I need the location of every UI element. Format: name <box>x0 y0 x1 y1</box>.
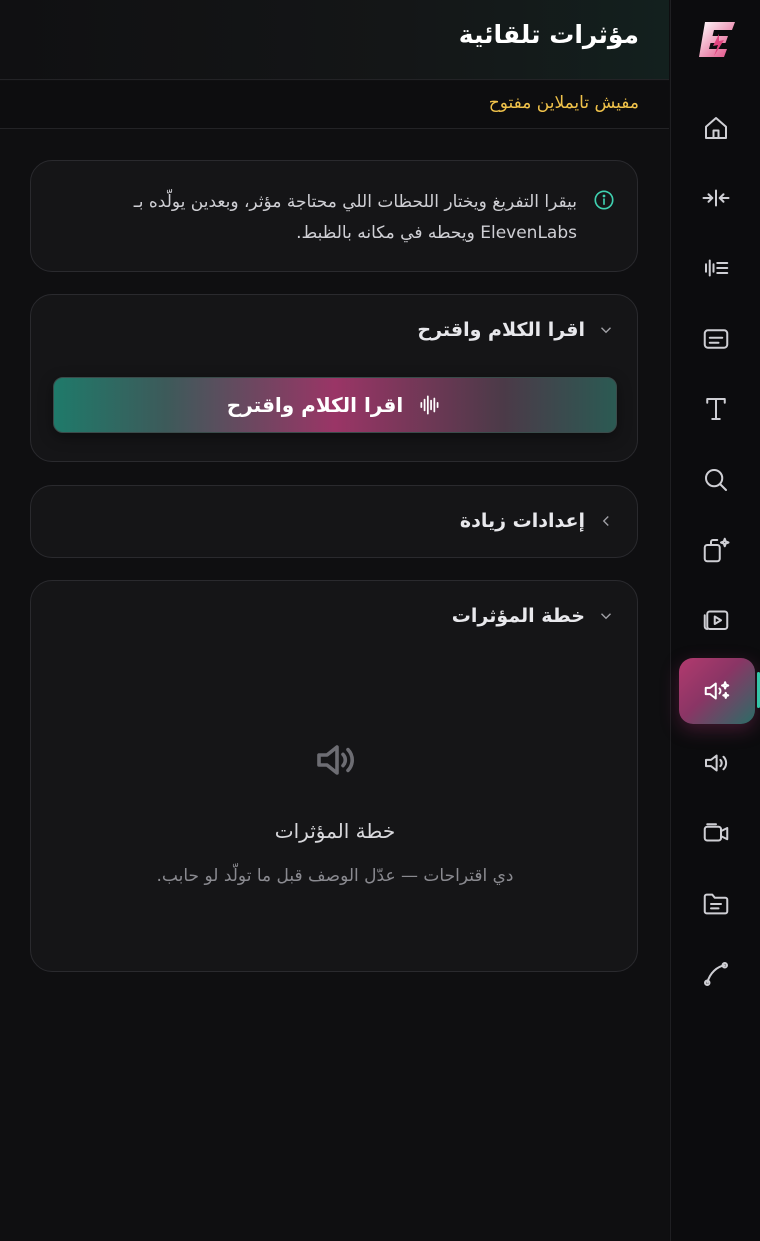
rail-home[interactable] <box>685 100 747 156</box>
camera-icon <box>703 823 729 842</box>
chevron-down-icon <box>601 613 611 620</box>
waveform-icon <box>420 395 439 415</box>
speaker-icon <box>311 736 359 784</box>
volume-icon <box>705 754 728 772</box>
panel-header: مؤثرات تلقائية <box>0 0 669 80</box>
search-icon <box>705 469 727 491</box>
auto-sfx-icon <box>704 681 730 700</box>
plan-section-heading: خطة المؤثرات <box>451 605 585 627</box>
info-text: بيقرا التفريغ ويختار اللحظات اللي محتاجة… <box>133 192 577 243</box>
read-and-suggest-label: اقرا الكلام واقترح <box>226 393 404 417</box>
curve-icon <box>704 962 729 987</box>
rail-text[interactable] <box>685 381 747 437</box>
timeline-status-text: مفيش تايملاين مفتوح <box>488 93 639 113</box>
rail-audio[interactable] <box>685 240 747 296</box>
main-panel: مؤثرات تلقائية مفيش تايملاين مفتوح بيقرا… <box>0 0 669 1241</box>
app-logo <box>699 22 735 57</box>
rail-camera[interactable] <box>685 805 747 861</box>
settings-section-heading: إعدادات زيادة <box>459 510 585 532</box>
media-library-icon <box>703 610 729 630</box>
rail-media[interactable] <box>685 591 747 647</box>
chevron-down-icon <box>601 327 611 334</box>
audio-lines-icon <box>705 259 729 277</box>
rail-split[interactable] <box>685 170 747 226</box>
plan-empty-description: دي اقتراحات — عدّل الوصف قبل ما تولّد لو… <box>156 866 514 886</box>
rail-volume[interactable] <box>685 735 747 791</box>
tool-rail <box>670 0 760 1241</box>
rail-magic-layers[interactable] <box>685 522 747 578</box>
text-icon <box>706 398 726 420</box>
settings-section: إعدادات زيادة <box>30 485 638 558</box>
info-card: بيقرا التفريغ ويختار اللحظات اللي محتاجة… <box>30 160 638 272</box>
page-title: مؤثرات تلقائية <box>458 20 639 49</box>
split-icon <box>702 189 730 207</box>
magic-layers-icon <box>703 537 730 563</box>
read-and-suggest-button[interactable]: اقرا الكلام واقترح <box>53 377 617 433</box>
home-icon <box>705 117 727 139</box>
chevron-right-icon <box>602 516 609 526</box>
plan-section: خطة المؤثرات خطة المؤثرات دي اقتراحات — … <box>30 580 638 972</box>
read-section-toggle[interactable]: اقرا الكلام واقترح <box>417 319 615 341</box>
plan-empty-title: خطة المؤثرات <box>274 819 396 843</box>
captions-icon <box>703 329 729 349</box>
folder-icon <box>703 893 729 915</box>
info-icon <box>594 190 614 210</box>
timeline-status-bar: مفيش تايملاين مفتوح <box>0 81 669 129</box>
settings-section-toggle[interactable]: إعدادات زيادة <box>460 510 615 532</box>
rail-captions[interactable] <box>685 311 747 367</box>
rail-folder[interactable] <box>685 876 747 932</box>
read-section-heading: اقرا الكلام واقترح <box>417 319 585 341</box>
plan-section-toggle[interactable]: خطة المؤثرات <box>452 605 615 627</box>
rail-auto-sfx[interactable] <box>679 658 755 724</box>
rail-search[interactable] <box>685 452 747 508</box>
read-section: اقرا الكلام واقترح اقرا الكلام واقترح <box>30 294 638 462</box>
rail-curve[interactable] <box>685 946 747 1002</box>
